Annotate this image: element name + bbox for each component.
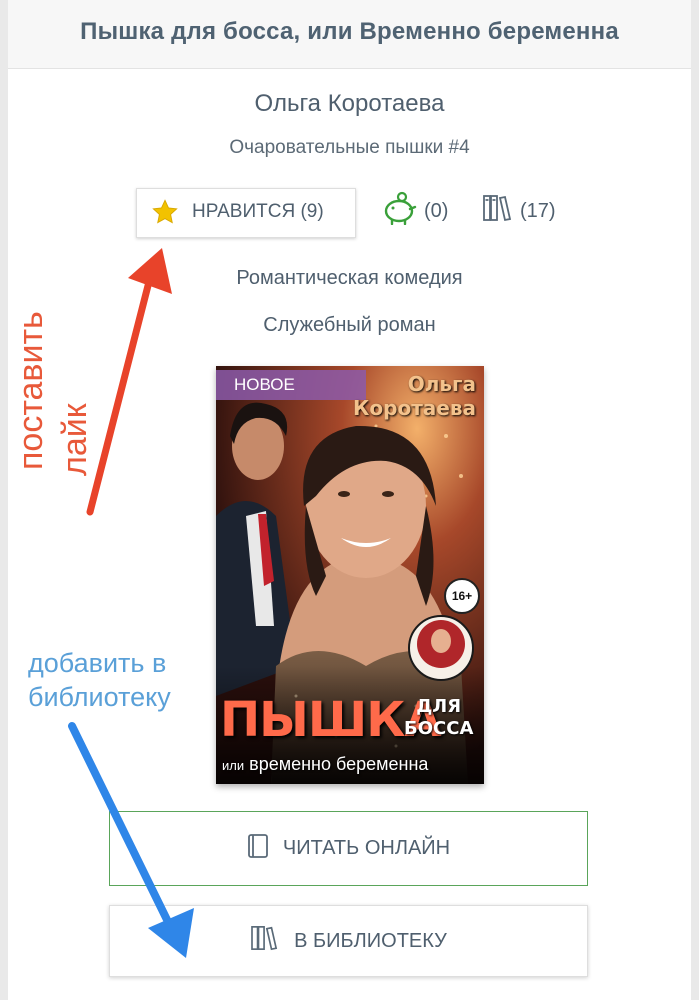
book-title: Пышка для босса, или Временно беременна [80,18,619,45]
like-label: НРАВИТСЯ (9) [192,201,324,222]
age-rating-badge: 16+ [444,578,480,614]
read-online-button[interactable]: ЧИТАТЬ ОНЛАЙН [109,811,588,886]
cover-author: Ольга Коротаева [353,372,476,420]
cover-title-secondary: ДЛЯ БОССА [404,696,473,740]
book-cover[interactable]: НОВОЕ Ольга Коротаева 16+ ПЫШКА ДЛЯ БОСС… [216,366,484,784]
author-link[interactable]: Ольга Коротаева [8,90,691,118]
page-header: Пышка для босса, или Временно беременна [8,0,691,69]
library-books-icon [482,194,520,228]
cover-author-first: Ольга [407,372,476,396]
book-icon [247,833,283,865]
annotation-like-line2: лайк [56,403,94,476]
genre-link[interactable]: Служебный роман [8,314,691,337]
cover-title-for: ДЛЯ [416,696,462,717]
library-books-icon [250,925,294,957]
add-to-library-button[interactable]: В БИБЛИОТЕКУ [109,905,588,977]
new-badge: НОВОЕ [216,370,366,400]
cover-subtitle-or: или [222,758,245,773]
annotation-library-line1: добавить в [28,648,167,678]
book-card: Пышка для босса, или Временно беременна … [8,0,691,1000]
cover-subtitle: или временно беременна [222,754,428,775]
genre-link[interactable]: Романтическая комедия [8,267,691,290]
add-to-library-label: В БИБЛИОТЕКУ [294,929,447,952]
libraries-stat[interactable]: (17) [482,194,556,228]
like-button[interactable]: НРАВИТСЯ (9) [136,188,356,238]
cover-author-last: Коротаева [353,396,476,420]
annotation-like-line1: поставить [12,311,50,470]
rewards-count: (0) [424,199,449,222]
read-online-label: ЧИТАТЬ ОНЛАЙН [282,837,451,859]
series-link[interactable]: Очаровательные пышки #4 [8,137,691,159]
annotation-library: добавить в библиотеку [28,646,171,714]
cover-subtitle-main: временно беременна [249,754,429,774]
cover-title-boss: БОССА [404,718,474,739]
annotation-library-line2: библиотеку [28,682,171,712]
libraries-count: (17) [520,199,556,222]
rewards-stat[interactable]: (0) [380,191,449,231]
star-icon [151,198,179,231]
piggy-bank-icon [380,191,424,231]
